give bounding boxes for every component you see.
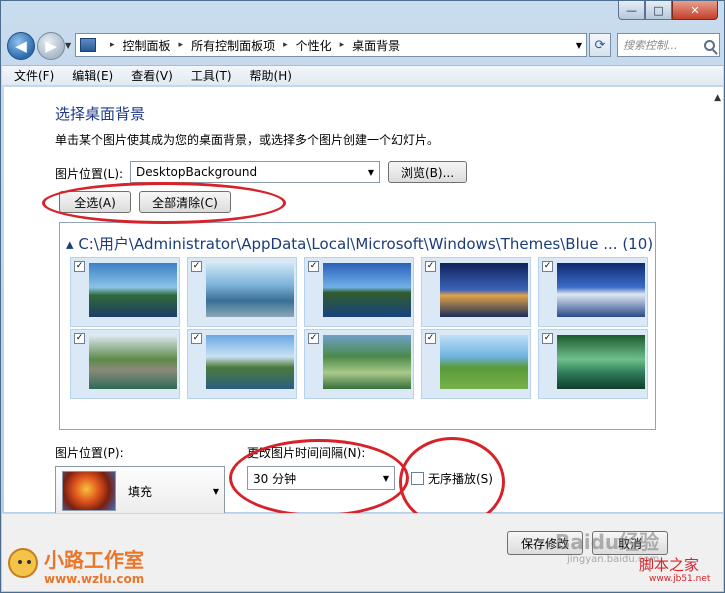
thumb-checkbox[interactable]: ✓	[74, 261, 85, 272]
chevron-down-icon: ▼	[212, 486, 219, 496]
arrow-right-icon: ▶	[45, 37, 57, 55]
menu-file[interactable]: 文件(F)	[2, 67, 60, 84]
forward-button[interactable]: ▶	[37, 32, 65, 60]
studio-watermark: 小路工作室 www.wzlu.com	[8, 544, 158, 590]
search-input[interactable]: 搜索控制...	[617, 33, 720, 57]
watermark-title: 小路工作室	[44, 548, 144, 572]
wallpaper-gallery: ▴ C:\用户\Administrator\AppData\Local\Micr…	[59, 222, 656, 430]
bridge-image	[89, 335, 177, 389]
thumb-checkbox[interactable]: ✓	[191, 333, 202, 344]
shuffle-checkbox[interactable]: 无序播放(S)	[411, 470, 493, 487]
wallpaper-thumb[interactable]: ✓	[538, 329, 648, 399]
forest-waterfall-image	[557, 335, 645, 389]
thumb-checkbox[interactable]: ✓	[74, 333, 85, 344]
wallpaper-thumb[interactable]: ✓	[70, 329, 180, 399]
thumb-checkbox[interactable]: ✓	[308, 261, 319, 272]
select-all-button[interactable]: 全选(A)	[59, 191, 131, 213]
coast-image	[89, 263, 177, 317]
minimize-button[interactable]: —	[618, 1, 645, 20]
control-panel-window: — □ ✕ ◀ ▶ ▼ ▸ 控制面板 ▸ 所有控制面板项 ▸ 个性化 ▸ 桌面背…	[0, 0, 725, 593]
wallpaper-thumb[interactable]: ✓	[421, 329, 531, 399]
wallpaper-thumb[interactable]: ✓	[187, 329, 297, 399]
picture-position-select[interactable]: 填充 ▼	[55, 466, 225, 516]
scroll-up-icon[interactable]: ▲	[714, 93, 721, 103]
shuffle-label: 无序播放(S)	[428, 472, 493, 486]
refresh-icon: ⟳	[594, 37, 606, 53]
content-pane: ▲ 选择桌面背景 单击某个图片使其成为您的桌面背景，或选择多个图片创建一个幻灯片…	[4, 87, 723, 527]
menu-tools[interactable]: 工具(T)	[179, 67, 238, 84]
rice-terrace-image	[323, 335, 411, 389]
picture-position-label: 图片位置(P):	[55, 446, 124, 460]
chevron-down-icon: ▼	[367, 167, 374, 177]
menu-bar: 文件(F) 编辑(E) 查看(V) 工具(T) 帮助(H)	[2, 65, 723, 86]
baidu-watermark: Baidu经验	[555, 530, 660, 554]
breadcrumb-personalization[interactable]: 个性化	[296, 37, 332, 54]
picture-location-label: 图片位置(L):	[55, 167, 124, 181]
thumb-checkbox[interactable]: ✓	[191, 261, 202, 272]
arrow-left-icon: ◀	[15, 37, 27, 55]
jb51-watermark-url: www.jb51.net	[649, 574, 711, 584]
collapse-icon[interactable]: ▴	[66, 235, 78, 253]
thumb-checkbox[interactable]: ✓	[425, 261, 436, 272]
interval-value: 30 分钟	[253, 471, 297, 486]
refresh-button[interactable]: ⟳	[589, 33, 611, 57]
breadcrumb-all-items[interactable]: 所有控制面板项	[191, 37, 275, 54]
back-button[interactable]: ◀	[7, 32, 35, 60]
thumb-checkbox[interactable]: ✓	[542, 333, 553, 344]
breadcrumb-separator[interactable]: ▸	[110, 40, 115, 50]
maximize-button[interactable]: □	[645, 1, 672, 20]
watermark-url: www.wzlu.com	[44, 572, 145, 586]
caption-buttons: — □ ✕	[618, 1, 718, 20]
search-placeholder: 搜索控制...	[623, 39, 678, 52]
wallpaper-thumb[interactable]: ✓	[187, 257, 297, 327]
picture-location-select[interactable]: DesktopBackground ▼	[130, 161, 380, 183]
thumb-checkbox[interactable]: ✓	[425, 333, 436, 344]
flower-preview-image	[62, 471, 116, 511]
breadcrumb-separator[interactable]: ▸	[340, 40, 345, 50]
clear-all-button[interactable]: 全部清除(C)	[139, 191, 231, 213]
city-night-image	[440, 263, 528, 317]
breadcrumb-control-panel[interactable]: 控制面板	[123, 37, 171, 54]
picture-position-value: 填充	[128, 484, 153, 499]
menu-help[interactable]: 帮助(H)	[238, 67, 298, 84]
wallpaper-thumb[interactable]: ✓	[304, 257, 414, 327]
control-panel-icon	[80, 38, 96, 52]
mountain-lake-image	[206, 335, 294, 389]
breadcrumb-separator[interactable]: ▸	[283, 40, 288, 50]
breadcrumb-desktop-background[interactable]: 桌面背景	[352, 37, 400, 54]
footer-bar: 保存修改 取消 小路工作室 www.wzlu.com Baidu经验 jingy…	[2, 513, 723, 591]
recent-pages-dropdown[interactable]: ▼	[65, 41, 71, 50]
interval-select[interactable]: 30 分钟 ▼	[247, 466, 395, 490]
menu-edit[interactable]: 编辑(E)	[60, 67, 119, 84]
close-button[interactable]: ✕	[672, 1, 718, 20]
lake-image	[323, 263, 411, 317]
meadow-image	[440, 335, 528, 389]
address-row: ◀ ▶ ▼ ▸ 控制面板 ▸ 所有控制面板项 ▸ 个性化 ▸ 桌面背景 ▼ ⟳ …	[1, 29, 725, 63]
palace-night-image	[557, 263, 645, 317]
page-description: 单击某个图片使其成为您的桌面背景，或选择多个图片创建一个幻灯片。	[55, 133, 440, 147]
address-bar[interactable]: ▸ 控制面板 ▸ 所有控制面板项 ▸ 个性化 ▸ 桌面背景 ▼	[75, 33, 587, 57]
chevron-down-icon: ▼	[382, 473, 389, 483]
browse-button[interactable]: 浏览(B)...	[388, 161, 467, 183]
breadcrumb-separator[interactable]: ▸	[179, 40, 184, 50]
menu-view[interactable]: 查看(V)	[119, 67, 179, 84]
wallpaper-thumb[interactable]: ✓	[304, 329, 414, 399]
search-icon[interactable]	[704, 39, 715, 51]
wallpaper-thumb[interactable]: ✓	[421, 257, 531, 327]
jb51-watermark: 脚本之家	[639, 556, 700, 574]
mascot-icon	[8, 548, 38, 578]
gallery-group-header[interactable]: ▴ C:\用户\Administrator\AppData\Local\Micr…	[66, 233, 653, 254]
thumb-checkbox[interactable]: ✓	[308, 333, 319, 344]
interval-label: 更改图片时间间隔(N):	[247, 446, 366, 460]
address-dropdown[interactable]: ▼	[576, 41, 582, 50]
wallpaper-thumb[interactable]: ✓	[70, 257, 180, 327]
picture-location-value: DesktopBackground	[136, 165, 258, 179]
page-title: 选择桌面背景	[55, 105, 146, 123]
wallpaper-thumb[interactable]: ✓	[538, 257, 648, 327]
checkbox-box[interactable]	[411, 472, 424, 485]
waterfall-image	[206, 263, 294, 317]
thumb-checkbox[interactable]: ✓	[542, 261, 553, 272]
